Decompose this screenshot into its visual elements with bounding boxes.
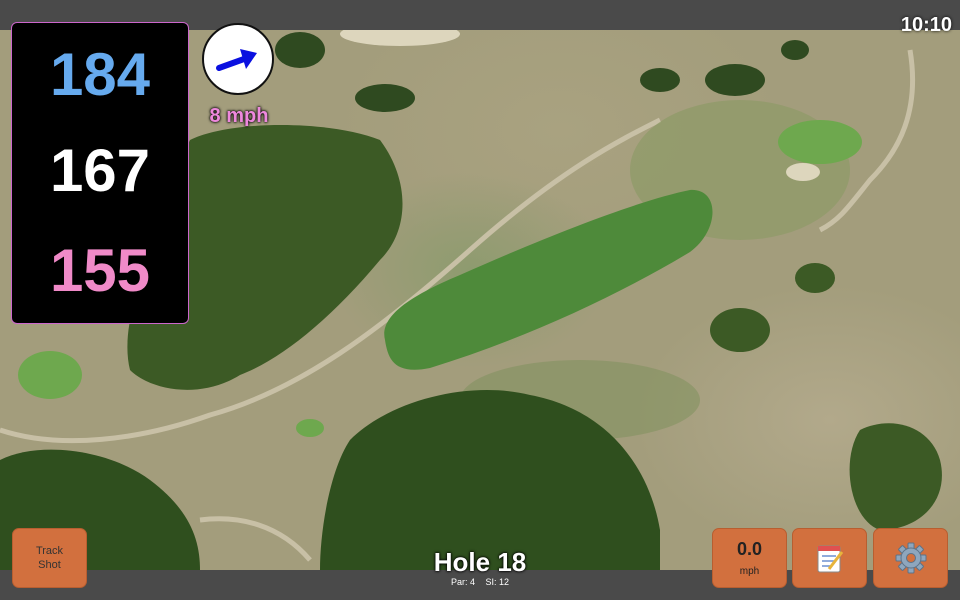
settings-button[interactable] xyxy=(873,528,948,588)
distance-panel: 184 167 155 xyxy=(11,22,189,324)
notepad-icon xyxy=(817,545,843,573)
wind-speed-value: 0.0 xyxy=(736,539,763,559)
wind-arrow-icon xyxy=(216,49,257,71)
cart-path-south xyxy=(199,516,312,562)
tree xyxy=(275,32,325,68)
tree xyxy=(640,68,680,92)
tree xyxy=(705,64,765,96)
front-distance: 155 xyxy=(49,237,151,304)
wind-indicator xyxy=(202,23,274,95)
clock: 10:10 xyxy=(900,14,952,36)
tree-cluster xyxy=(849,423,942,530)
tee-box xyxy=(296,419,324,437)
bunker xyxy=(786,163,820,181)
back-distance: 184 xyxy=(49,41,151,108)
wind-speed-label: 8 mph xyxy=(209,105,269,127)
track-shot-label-line2: Shot xyxy=(38,559,61,571)
wind-speed-unit: mph xyxy=(739,566,760,577)
middle-distance: 167 xyxy=(49,137,151,204)
green-adjacent xyxy=(18,351,82,399)
green xyxy=(778,120,862,164)
tree xyxy=(710,308,770,352)
stroke-index-label: SI: 12 xyxy=(485,577,510,587)
track-shot-button[interactable]: Track Shot xyxy=(12,528,87,588)
bunker xyxy=(340,30,460,46)
tree xyxy=(795,263,835,293)
notes-button[interactable] xyxy=(792,528,867,588)
tree xyxy=(355,84,415,112)
par-label: Par: 4 xyxy=(450,577,475,587)
wind-speed-button[interactable]: 0.0 mph xyxy=(712,528,787,588)
hole-title: Hole 18 xyxy=(433,547,527,577)
track-shot-label-line1: Track xyxy=(35,545,64,557)
gear-icon xyxy=(895,542,926,574)
hole-meta: Par: 4 SI: 12 xyxy=(380,577,580,587)
tree xyxy=(781,40,809,60)
